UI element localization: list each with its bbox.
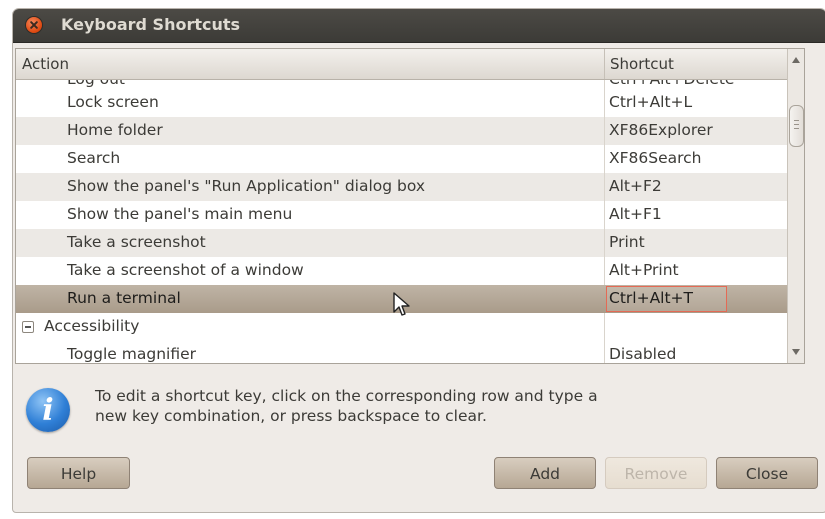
- table-row[interactable]: Toggle magnifier Disabled: [16, 341, 787, 363]
- column-header-shortcut[interactable]: Shortcut: [610, 55, 674, 73]
- action-cell: Take a screenshot of a window: [67, 261, 304, 279]
- shortcut-cell: Ctrl+Alt+Delete: [609, 80, 734, 88]
- close-button[interactable]: Close: [716, 457, 818, 489]
- scrollbar-thumb[interactable]: [789, 105, 804, 147]
- vertical-scrollbar[interactable]: [787, 49, 804, 363]
- list-header: Action Shortcut: [16, 49, 787, 80]
- title-bar: Keyboard Shortcuts: [13, 9, 825, 43]
- shortcut-cell: Ctrl+Alt+L: [609, 93, 693, 111]
- close-icon[interactable]: [26, 17, 42, 33]
- table-row[interactable]: Search XF86Search: [16, 145, 787, 173]
- scroll-up-icon[interactable]: [792, 57, 800, 63]
- table-row[interactable]: Take a screenshot Print: [16, 229, 787, 257]
- action-cell: Show the panel's "Run Application" dialo…: [67, 177, 426, 195]
- action-cell: Show the panel's main menu: [67, 205, 293, 223]
- shortcut-cell: Alt+F1: [609, 205, 662, 223]
- action-cell: Toggle magnifier: [67, 345, 197, 363]
- shortcut-cell: Alt+F2: [609, 177, 662, 195]
- window-title: Keyboard Shortcuts: [61, 15, 241, 34]
- action-cell: Run a terminal: [67, 289, 181, 307]
- action-cell: Home folder: [67, 121, 163, 139]
- info-icon: i: [26, 388, 70, 432]
- add-button[interactable]: Add: [494, 457, 596, 489]
- list-rows: Log out Ctrl+Alt+Delete Lock screen Ctrl…: [16, 80, 787, 363]
- table-row[interactable]: Home folder XF86Explorer: [16, 117, 787, 145]
- remove-button[interactable]: Remove: [605, 457, 707, 489]
- action-cell: Log out: [67, 80, 125, 88]
- help-button[interactable]: Help: [27, 457, 130, 489]
- action-cell: Search: [67, 149, 121, 167]
- shortcut-cell: Print: [609, 233, 645, 251]
- shortcut-cell: XF86Explorer: [609, 121, 713, 139]
- collapse-icon[interactable]: [22, 321, 34, 333]
- column-header-action[interactable]: Action: [22, 55, 69, 73]
- category-label: Accessibility: [44, 317, 140, 335]
- scroll-down-icon[interactable]: [792, 349, 800, 355]
- shortcut-cell: XF86Search: [609, 149, 702, 167]
- shortcut-cell: Ctrl+Alt+T: [609, 289, 694, 307]
- action-cell: Lock screen: [67, 93, 159, 111]
- info-message: To edit a shortcut key, click on the cor…: [95, 387, 598, 425]
- table-row[interactable]: Show the panel's "Run Application" dialo…: [16, 173, 787, 201]
- table-row[interactable]: Take a screenshot of a window Alt+Print: [16, 257, 787, 285]
- shortcut-cell: Alt+Print: [609, 261, 679, 279]
- shortcut-cell: Disabled: [609, 345, 677, 363]
- table-row[interactable]: Lock screen Ctrl+Alt+L: [16, 89, 787, 117]
- mouse-pointer-icon: [393, 292, 410, 316]
- table-row[interactable]: Show the panel's main menu Alt+F1: [16, 201, 787, 229]
- action-cell: Take a screenshot: [67, 233, 206, 251]
